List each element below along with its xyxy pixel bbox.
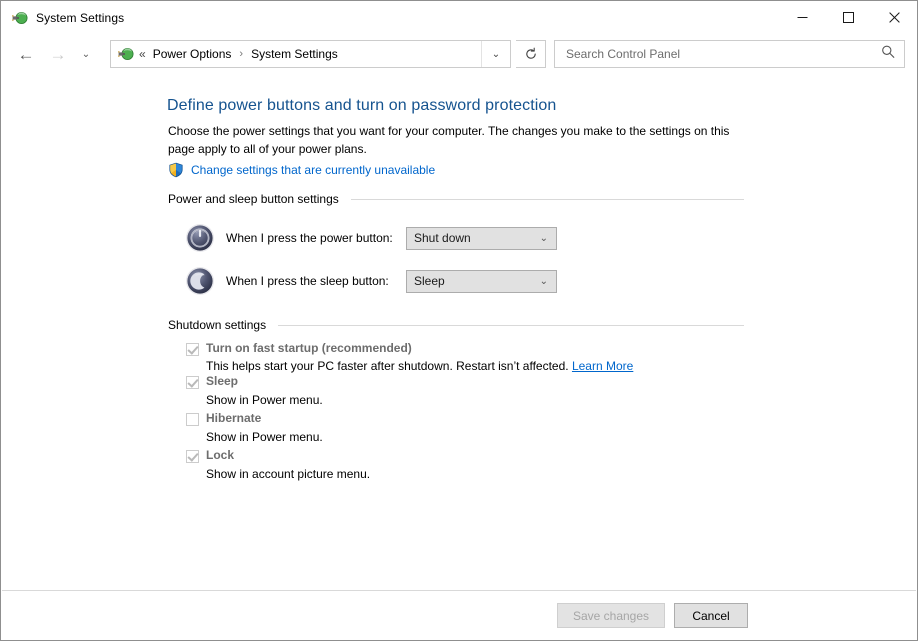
hibernate-checkbox[interactable] — [186, 413, 199, 426]
sleep-button-setting-row: When I press the sleep button: Sleep ⌄ — [185, 266, 557, 296]
sleep-checkbox-row[interactable]: Sleep — [186, 374, 238, 389]
address-dropdown-button[interactable]: ⌄ — [481, 41, 510, 67]
fast-startup-checkbox[interactable] — [186, 343, 199, 356]
fast-startup-description: This helps start your PC faster after sh… — [206, 358, 633, 374]
sleep-checkbox[interactable] — [186, 376, 199, 389]
breadcrumb-system-settings[interactable]: System Settings — [249, 46, 340, 62]
chevron-down-icon: ⌄ — [491, 48, 501, 60]
forward-arrow-icon: → — [49, 44, 67, 64]
power-section-title: Power and sleep button settings — [168, 192, 339, 206]
breadcrumb-separator-icon: › — [239, 48, 244, 60]
hibernate-description: Show in Power menu. — [206, 430, 323, 444]
close-icon — [888, 11, 900, 23]
control-panel-icon — [118, 46, 134, 62]
page-description: Choose the power settings that you want … — [168, 124, 730, 156]
power-section-header: Power and sleep button settings — [168, 192, 744, 206]
sleep-button-label: When I press the sleep button: — [226, 274, 389, 288]
maximize-icon — [842, 11, 854, 23]
cancel-button[interactable]: Cancel — [674, 603, 748, 628]
hibernate-checkbox-row[interactable]: Hibernate — [186, 411, 261, 426]
window-title: System Settings — [36, 10, 125, 25]
back-button[interactable]: ← — [13, 41, 39, 67]
sleep-button-action-value: Sleep — [414, 274, 445, 288]
refresh-icon — [525, 47, 536, 59]
content-area: Define power buttons and turn on passwor… — [2, 77, 916, 590]
search-box[interactable] — [554, 40, 905, 68]
page-title: Define power buttons and turn on passwor… — [167, 97, 557, 114]
power-button-setting-row: When I press the power button: Shut down… — [185, 223, 557, 253]
sleep-button-icon — [185, 266, 215, 296]
learn-more-link[interactable]: Learn More — [572, 359, 633, 373]
search-input[interactable] — [564, 46, 868, 62]
search-icon[interactable] — [881, 45, 895, 64]
refresh-button[interactable] — [516, 40, 546, 68]
title-bar: System Settings — [1, 1, 917, 34]
close-button[interactable] — [871, 1, 917, 33]
breadcrumb-power-options[interactable]: Power Options — [151, 46, 234, 62]
power-button-icon — [185, 223, 215, 253]
change-settings-link[interactable]: Change settings that are currently unava… — [191, 163, 435, 177]
save-changes-button[interactable]: Save changes — [557, 603, 665, 628]
sleep-button-action-dropdown[interactable]: Sleep ⌄ — [406, 269, 557, 293]
breadcrumb-overflow-icon[interactable]: « — [139, 47, 146, 61]
chevron-down-icon: ⌄ — [81, 48, 91, 60]
lock-checkbox[interactable] — [186, 450, 199, 463]
maximize-button[interactable] — [825, 1, 871, 33]
section-divider — [278, 324, 744, 326]
fast-startup-description-text: This helps start your PC faster after sh… — [206, 359, 572, 373]
lock-checkbox-row[interactable]: Lock — [186, 448, 234, 463]
fast-startup-checkbox-row[interactable]: Turn on fast startup (recommended) — [186, 341, 412, 356]
fast-startup-label: Turn on fast startup (recommended) — [206, 341, 412, 355]
section-divider — [350, 198, 744, 200]
sleep-label: Sleep — [206, 374, 239, 388]
back-arrow-icon: ← — [17, 44, 35, 64]
chevron-down-icon: ⌄ — [539, 232, 548, 244]
lock-label: Lock — [206, 448, 235, 462]
sleep-description: Show in Power menu. — [206, 393, 323, 407]
change-settings-link-row[interactable]: Change settings that are currently unava… — [168, 162, 435, 178]
shield-icon — [168, 162, 184, 178]
power-button-label: When I press the power button: — [226, 231, 393, 245]
chevron-down-icon: ⌄ — [539, 275, 548, 287]
power-button-action-value: Shut down — [414, 231, 471, 245]
recent-locations-button[interactable]: ⌄ — [73, 41, 99, 67]
address-bar[interactable]: « Power Options › System Settings ⌄ — [110, 40, 511, 68]
minimize-icon — [797, 16, 807, 18]
shutdown-section-title: Shutdown settings — [168, 318, 267, 332]
caption-buttons — [779, 1, 917, 33]
footer-bar: Save changes Cancel — [2, 591, 916, 640]
power-options-icon — [12, 10, 28, 26]
lock-description: Show in account picture menu. — [206, 467, 371, 481]
power-button-action-dropdown[interactable]: Shut down ⌄ — [406, 226, 557, 250]
system-settings-window: System Settings ← → ⌄ « Power Options › … — [0, 0, 918, 641]
shutdown-section-header: Shutdown settings — [168, 318, 744, 332]
forward-button[interactable]: → — [45, 41, 71, 67]
hibernate-label: Hibernate — [206, 411, 262, 425]
minimize-button[interactable] — [779, 1, 825, 33]
